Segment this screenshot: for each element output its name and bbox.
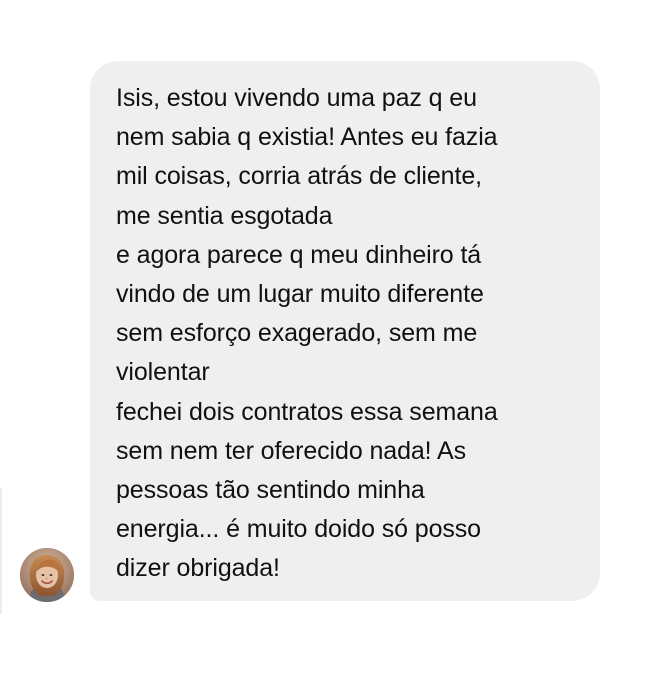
message-line: mil coisas, corria atrás de cliente, [116,162,482,191]
message-line: nem sabia q existia! Antes eu fazia [116,123,498,152]
message-line: vindo de um lugar muito diferente [116,280,484,309]
profile-photo-woman-icon [20,548,74,602]
message-line: dizer obrigada! [116,554,280,583]
message-line: e agora parece q meu dinheiro tá [116,240,482,269]
message-bubble[interactable]: Isis, estou vivendo uma paz q eu nem sab… [90,61,600,601]
message-line: energia... é muito doido só posso [116,515,481,544]
message-line: sem esforço exagerado, sem me [116,319,478,348]
message-line: sem nem ter oferecido nada! As [116,436,466,465]
message-line: fechei dois contratos essa semana [116,397,498,426]
avatar[interactable] [20,548,74,602]
message-line: violentar [116,358,210,387]
message-line: pessoas tão sentindo minha [116,476,425,505]
message-text: Isis, estou vivendo uma paz q eu nem sab… [116,79,498,589]
message-line: me sentia esgotada [116,201,333,230]
message-line: Isis, estou vivendo uma paz q eu [116,84,477,112]
incoming-message-row: Isis, estou vivendo uma paz q eu nem sab… [0,0,650,674]
